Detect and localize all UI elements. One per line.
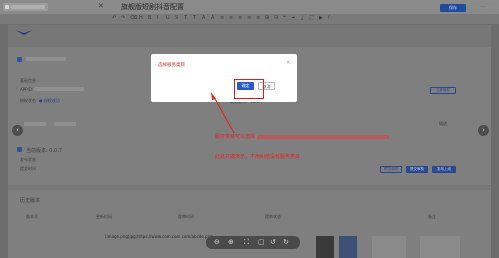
tab-a-blurred[interactable]	[24, 122, 46, 126]
close-icon[interactable]: ×	[286, 60, 290, 66]
col-updated: 更新时间	[96, 214, 112, 219]
appid-value-blurred	[34, 87, 84, 91]
publish-button[interactable]: 发布上线	[432, 166, 456, 173]
workspace-badge[interactable]	[3, 3, 48, 11]
toolbar-align-center-icon[interactable]: ≡	[229, 15, 233, 21]
fit-screen-icon[interactable]: ⛶	[244, 238, 249, 247]
submit-review-button[interactable]: 提交审核	[406, 166, 428, 173]
more-button[interactable]: ···	[472, 3, 494, 12]
save-button[interactable]: 保存	[440, 4, 466, 12]
top-bar: ✕ 旗舰版短剧抖音配置 保存 ···	[0, 0, 499, 14]
submit-time-label: 提交时间	[20, 166, 36, 171]
toolbar-download-icon[interactable]: ⤓	[301, 15, 303, 21]
toolbar-justify-icon[interactable]: ≡	[247, 15, 251, 21]
toolbar-font-icon[interactable]: A	[211, 15, 214, 21]
toolbar-quote-icon[interactable]: ❝	[283, 15, 286, 21]
auth-status: ● 授权成功	[39, 98, 60, 103]
side-label: 描述	[439, 121, 447, 126]
toolbar-underline-icon[interactable]: U	[166, 15, 170, 21]
thumbnail-2[interactable]	[339, 236, 357, 258]
app-name-blurred	[26, 57, 66, 61]
zoom-out-icon[interactable]: ⊖	[214, 238, 220, 246]
prev-image-button[interactable]: ‹	[12, 125, 23, 136]
toolbar-align-left-icon[interactable]: ≡	[220, 15, 224, 21]
thumbnail-4[interactable]	[420, 236, 460, 258]
app-icon	[17, 57, 22, 62]
rotate-right-icon[interactable]: ↻	[283, 238, 289, 246]
next-image-button[interactable]: ›	[478, 125, 489, 136]
authorize-button[interactable]: 立即授权	[430, 87, 456, 94]
select-service-category-dialog: 选择服务类目 × 确定 取消	[151, 54, 297, 102]
history-title: 历史版本	[20, 198, 41, 204]
toolbar-divider-icon[interactable]: ⊟	[274, 15, 278, 21]
toolbar-fullscreen-icon[interactable]: ⛶	[310, 15, 314, 21]
toolbar-strike-icon[interactable]: S	[175, 15, 178, 21]
brand-logo	[15, 30, 33, 35]
col-version: 版本号	[26, 214, 38, 219]
toolbar-undo-icon[interactable]: ↶	[112, 15, 116, 21]
editor-toolbar: ↶ ↷ ⌫ H B I U S T T A A ≡ ≡ ≡ ≡ ≡ ⊞ ⊟ ❝ ⌖ ⤓ ⛶ ▶ 𝑓	[0, 14, 499, 24]
image-url-text: (image.png)jpg;https://www.com.com.com/a…	[105, 234, 213, 239]
tab-b-blurred[interactable]	[54, 122, 76, 126]
image-viewer-controls: ⊖ ⊕ ⛶ ▢ ↺ ↻	[206, 236, 300, 249]
rotate-left-icon[interactable]: ↺	[270, 238, 276, 246]
confirm-highlight-box	[234, 79, 264, 99]
dialog-title: 选择服务类目	[158, 63, 185, 68]
toolbar-font-size-icon[interactable]: T	[193, 15, 196, 21]
section-title: 基础信息	[20, 78, 36, 83]
toolbar-italic-icon[interactable]: I	[157, 15, 158, 21]
col-status: 提审状态	[265, 214, 281, 219]
publish-status-label: 发布状态	[20, 157, 36, 162]
toolbar-highlight-icon[interactable]: A	[202, 15, 205, 21]
toolbar-play-icon[interactable]: ▶	[319, 15, 323, 21]
annotation-line-1: 服务类目可以选择	[215, 133, 390, 140]
workspace-name-blurred	[11, 5, 45, 9]
toolbar-redo-icon[interactable]: ↷	[121, 15, 125, 21]
thumbnail-1[interactable]	[316, 236, 334, 258]
workspace-icon	[5, 5, 9, 9]
toolbar-list-icon[interactable]: ≡	[256, 15, 260, 21]
col-submitted: 提审时间	[178, 214, 194, 219]
annotation-line-1-text: 服务类目可以选择	[215, 134, 256, 140]
toolbar-formula-icon[interactable]: 𝑓	[328, 15, 330, 21]
annotation-line-2: 此处只做演示，不用纠结没有服务类目	[215, 154, 301, 160]
actual-size-icon[interactable]: ▢	[258, 238, 265, 246]
appid-label: APPID:	[20, 87, 34, 92]
zoom-in-icon[interactable]: ⊕	[228, 238, 234, 246]
toolbar-heading-icon[interactable]: H	[139, 15, 143, 21]
annotation-blurred-text	[257, 134, 390, 139]
current-version-title: 当前版本: 0.0.7	[26, 148, 62, 154]
toolbar-clear-format-icon[interactable]: ⌫	[130, 15, 137, 21]
col-remark: 备注	[428, 214, 436, 219]
current-version-card: 当前版本: 0.0.7 发布状态 提交时间 预览调试 提交审核 发布上线	[8, 138, 491, 185]
toolbar-anchor-icon[interactable]: ⌖	[292, 15, 295, 21]
toolbar-text-color-icon[interactable]: T	[184, 15, 187, 21]
close-icon[interactable]: ✕	[98, 2, 104, 10]
toolbar-bold-icon[interactable]: B	[148, 15, 151, 21]
version-icon	[17, 147, 22, 152]
thumbnail-3[interactable]	[372, 236, 406, 258]
toolbar-align-right-icon[interactable]: ≡	[238, 15, 242, 21]
preview-button[interactable]: 预览调试	[380, 166, 402, 173]
page-title: 旗舰版短剧抖音配置	[121, 3, 184, 11]
auth-label: 授权状态	[20, 98, 36, 103]
toolbar-insert-table-icon[interactable]: ⊞	[265, 15, 269, 21]
